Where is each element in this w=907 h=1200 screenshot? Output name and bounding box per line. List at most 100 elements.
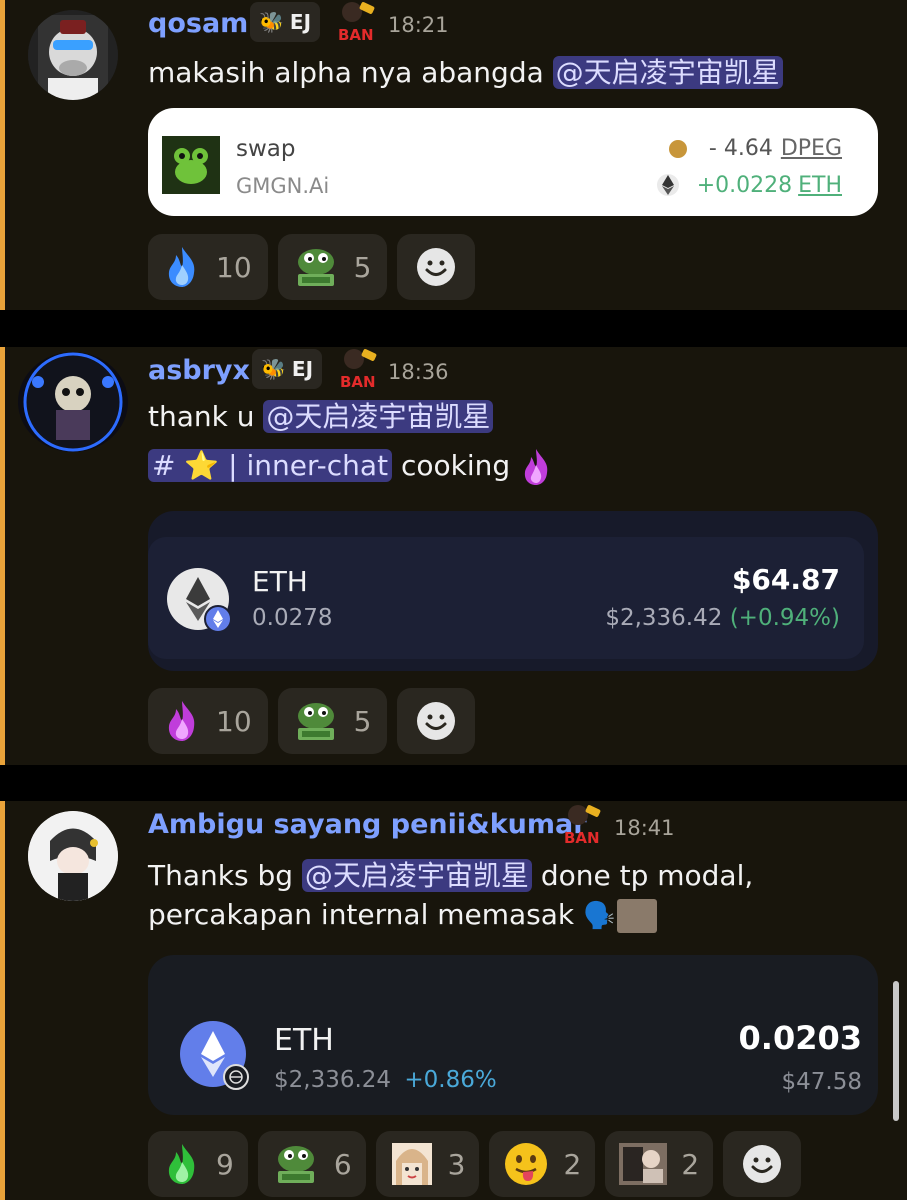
ape-avatar-icon	[28, 10, 118, 100]
green-flame-icon	[168, 1144, 195, 1184]
token-price-row: $2,336.24 +0.86%	[274, 1067, 497, 1093]
reaction-count: 3	[447, 1147, 466, 1181]
user-mention[interactable]: @天启凌宇宙凯星	[301, 859, 532, 892]
pepe-money-icon	[297, 249, 334, 286]
dpeg-link[interactable]: DPEG	[781, 136, 842, 161]
ban-badge: BAN	[338, 347, 378, 391]
reaction-count: 2	[563, 1147, 582, 1181]
message-text: makasih alpha nya abangda @天启凌宇宙凯星	[148, 51, 783, 91]
reaction-purple-flame[interactable]: 10	[148, 688, 268, 754]
server-tag[interactable]: 🐝 EJ	[250, 2, 321, 42]
embed-subtitle: GMGN.Ai	[236, 174, 330, 198]
token-symbol: ETH	[274, 1023, 334, 1058]
token-value: $47.58	[781, 1069, 862, 1095]
tongue-emoji-icon	[505, 1143, 548, 1185]
avatar[interactable]	[28, 811, 118, 901]
blue-flame-icon	[168, 247, 195, 287]
pepe-money-icon	[297, 703, 334, 740]
highlight-bar	[0, 0, 5, 310]
svg-text:BAN: BAN	[564, 829, 600, 847]
timestamp[interactable]: 18:21	[388, 13, 449, 37]
token-symbol: ETH	[252, 565, 308, 598]
message-ambigu: Ambigu sayang penii&kumar BAN 18:41 Than…	[0, 801, 907, 1200]
message-body: makasih alpha nya abangda	[148, 56, 553, 89]
reaction-anime-girl[interactable]: 3	[375, 1131, 480, 1197]
message-body: thank u	[148, 400, 264, 433]
purple-flame-icon	[524, 449, 548, 485]
reaction-pepe-money[interactable]: 5	[277, 688, 388, 754]
reaction-green-flame[interactable]: 9	[148, 1131, 248, 1197]
token-amount: 0.0278	[252, 605, 333, 631]
add-reaction-button[interactable]	[397, 688, 476, 754]
token-row-dpeg: - 4.64 DPEG	[668, 136, 842, 161]
skull-avatar-icon	[23, 352, 123, 452]
reaction-count: 6	[333, 1147, 352, 1181]
token-change: (+0.94%)	[729, 605, 840, 631]
message-qosam: qosam 🐝 EJ BAN 18:21 makasih alpha nya a…	[0, 0, 907, 310]
svg-text:BAN: BAN	[338, 26, 374, 44]
eth-embed-inner: ETH 0.0278 $64.87 $2,336.42 (+0.94%)	[148, 537, 864, 659]
message-text: Thanks bg @天启凌宇宙凯星 done tp modal,	[148, 854, 753, 894]
eth-diamond-icon	[656, 174, 679, 196]
ban-hammer-icon: BAN	[338, 2, 375, 44]
smiley-add-icon	[417, 702, 456, 740]
reaction-pepe-money[interactable]: 5	[277, 234, 388, 300]
dpeg-amount: - 4.64	[708, 136, 773, 161]
message-body-continued: done tp modal,	[531, 859, 754, 892]
user-mention[interactable]: @天启凌宇宙凯星	[263, 400, 494, 433]
reaction-count: 5	[353, 704, 372, 738]
avatar[interactable]	[18, 352, 128, 452]
user-mention[interactable]: @天启凌宇宙凯星	[552, 56, 783, 89]
token-value: $64.87	[731, 563, 840, 596]
reaction-count: 10	[216, 704, 252, 738]
pepe-money-icon	[277, 1146, 314, 1183]
anime-avatar-icon	[28, 811, 118, 901]
eth-logo-icon	[167, 568, 232, 633]
eth-embed[interactable]: ETH 0.0278 $64.87 $2,336.42 (+0.94%)	[148, 511, 878, 671]
ban-hammer-icon: BAN	[340, 349, 377, 391]
timestamp[interactable]: 18:36	[388, 360, 449, 384]
username[interactable]: asbryx	[148, 355, 250, 386]
anime-girl-icon	[391, 1143, 432, 1185]
highlight-bar	[0, 801, 5, 1200]
scrollbar[interactable]	[893, 981, 899, 1121]
add-reaction-button[interactable]	[397, 234, 476, 300]
smiley-add-icon	[417, 248, 456, 286]
reactions-bar: 9 6 3 2 2	[148, 1131, 802, 1197]
avatar[interactable]	[28, 10, 118, 100]
server-tag[interactable]: 🐝 EJ	[252, 349, 323, 389]
highlight-bar	[0, 347, 5, 765]
embed-title: swap	[236, 136, 296, 162]
tag-label: EJ	[291, 357, 314, 381]
purple-flame-icon	[168, 701, 195, 741]
bee-icon: 🐝	[261, 357, 286, 381]
username[interactable]: qosam	[148, 8, 248, 39]
reaction-pepe-money[interactable]: 6	[257, 1131, 366, 1197]
svg-text:BAN: BAN	[340, 373, 376, 391]
eth-amount: +0.0228	[696, 172, 793, 198]
swap-embed[interactable]: swap GMGN.Ai - 4.64 DPEG +0.0228 ETH	[148, 108, 878, 216]
dpeg-token-icon	[668, 139, 687, 158]
token-change: +0.86%	[404, 1067, 497, 1093]
reaction-count: 5	[353, 250, 372, 284]
reaction-blue-flame[interactable]: 10	[148, 234, 268, 300]
frog-icon	[162, 136, 220, 194]
eth-link[interactable]: ETH	[798, 173, 842, 198]
eth-embed[interactable]: ETH $2,336.24 +0.86% 0.0203 $47.58	[148, 955, 878, 1115]
username[interactable]: Ambigu sayang penii&kumar	[148, 809, 587, 840]
speaking-head-icon: 🗣️	[583, 901, 616, 931]
message-body: cooking	[392, 449, 520, 482]
message-body: Thanks bg	[148, 859, 302, 892]
reaction-photo-sticker[interactable]: 2	[605, 1131, 714, 1197]
reactions-bar: 10 5	[148, 688, 476, 754]
message-body: percakapan internal memasak	[148, 898, 584, 931]
timestamp[interactable]: 18:41	[614, 816, 675, 840]
reaction-tongue-emoji[interactable]: 2	[489, 1131, 596, 1197]
bee-icon: 🐝	[259, 10, 284, 34]
channel-mention[interactable]: # ⭐ | inner-chat	[148, 449, 393, 482]
ban-badge: BAN	[562, 803, 602, 847]
add-reaction-button[interactable]	[723, 1131, 802, 1197]
message-asbryx: asbryx 🐝 EJ BAN 18:36 thank u @天启凌宇宙凯星 #…	[0, 347, 907, 765]
token-price: $2,336.42	[605, 605, 723, 631]
frog-thumbnail	[162, 136, 220, 194]
